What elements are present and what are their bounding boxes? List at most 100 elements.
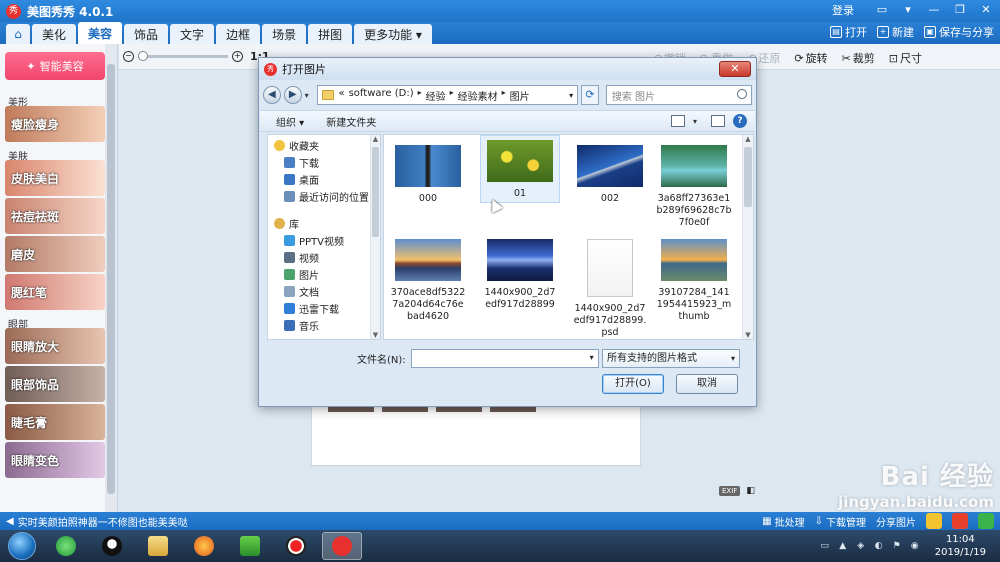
breadcrumb-separator-icon[interactable]: ▸ <box>502 88 506 103</box>
nav-tab[interactable]: 拼图 <box>308 24 353 44</box>
organize-menu[interactable]: 组织 ▾ <box>276 114 304 129</box>
address-dropdown-icon[interactable]: ▾ <box>569 91 573 100</box>
scroll-down-icon[interactable]: ▼ <box>743 331 753 339</box>
history-dropdown-icon[interactable]: ▾ <box>305 91 315 100</box>
taskbar-recorder[interactable] <box>276 532 316 560</box>
nav-tree-item[interactable]: 音乐 <box>284 317 319 333</box>
filename-dropdown-icon[interactable]: ▾ <box>590 353 594 362</box>
nav-tree-item[interactable]: 下载 <box>284 154 319 170</box>
canvas-tool-button[interactable]: ✂ 裁剪 <box>842 50 875 66</box>
sidebar-effect-item[interactable]: 磨皮 <box>5 236 105 272</box>
taskbar-firefox[interactable] <box>184 532 224 560</box>
breadcrumb-item[interactable]: software (D:) <box>349 88 414 103</box>
login-link[interactable]: 登录 <box>832 2 854 18</box>
zoom-in-icon[interactable]: + <box>232 51 243 62</box>
nav-tree-item[interactable]: 库 <box>274 215 299 231</box>
scroll-up-icon[interactable]: ▲ <box>743 135 753 143</box>
refresh-button[interactable]: ⟳ <box>581 85 599 105</box>
share-image-button[interactable]: 分享图片 <box>876 514 916 529</box>
sidebar-effect-item[interactable]: 皮肤美白 <box>5 160 105 196</box>
nav-tree-item[interactable]: 文档 <box>284 283 319 299</box>
exif-button[interactable]: EXIF <box>719 486 741 496</box>
new-folder-button[interactable]: 新建文件夹 <box>326 114 376 129</box>
nav-tab[interactable]: 文字 <box>170 24 215 44</box>
search-input[interactable]: 搜索 图片 <box>605 85 753 105</box>
nav-pane-scrollbar[interactable]: ▲ ▼ <box>370 135 380 339</box>
preview-pane-icon[interactable] <box>711 115 725 127</box>
nav-tree-item[interactable]: 最近访问的位置 <box>284 188 369 204</box>
breadcrumb-overflow[interactable]: « <box>338 88 344 103</box>
file-item[interactable]: 1440x900_2d7edf917d28899.psd <box>570 235 650 339</box>
zoom-slider-knob[interactable] <box>138 51 148 61</box>
status-tip[interactable]: 实时美颜拍照神器一不修图也能美美哒 <box>18 514 188 529</box>
sidebar-effect-item[interactable]: 睫毛膏 <box>5 404 105 440</box>
file-list-scrollbar[interactable]: ▲ ▼ <box>742 135 753 339</box>
nav-tab[interactable]: 饰品 <box>124 24 169 44</box>
filetype-select[interactable]: 所有支持的图片格式 ▾ <box>602 349 740 368</box>
batch-button[interactable]: ▦ 批处理 <box>762 514 804 529</box>
taskbar-360-browser[interactable] <box>46 532 86 560</box>
plus-icon[interactable] <box>978 513 994 529</box>
breadcrumb-item[interactable]: 经验素材 <box>458 88 498 103</box>
breadcrumb-item[interactable]: 图片 <box>510 88 530 103</box>
file-item[interactable]: 01 <box>480 135 560 203</box>
system-clock[interactable]: 11:04 2019/1/19 <box>935 533 986 559</box>
breadcrumb-item[interactable]: 经验 <box>426 88 446 103</box>
show-desktop-icon[interactable]: ▭ <box>819 540 831 552</box>
scroll-down-icon[interactable]: ▼ <box>371 331 380 339</box>
minimize-icon[interactable]: — <box>926 2 942 18</box>
volume-icon[interactable]: ◉ <box>909 540 921 552</box>
nav-tree-item[interactable]: 桌面 <box>284 171 319 187</box>
favorite-star-icon[interactable] <box>926 513 942 529</box>
nav-tab[interactable]: 美容 <box>78 22 123 44</box>
view-dropdown-icon[interactable]: ▾ <box>693 117 703 126</box>
help-icon[interactable]: ? <box>733 114 747 128</box>
network-icon[interactable]: ◈ <box>855 540 867 552</box>
dialog-titlebar[interactable]: 秀 打开图片 ✕ <box>259 58 756 80</box>
nav-tree-item[interactable]: 收藏夹 <box>274 137 319 153</box>
cancel-button[interactable]: 取消 <box>676 374 738 394</box>
compare-icon[interactable]: ◧ <box>746 486 755 496</box>
file-item[interactable]: 3a68ff27363e1b289f69628c7b7f0e0f <box>654 141 734 229</box>
menu-icon[interactable]: ▾ <box>900 2 916 18</box>
sidebar-effect-item[interactable]: 腮红笔 <box>5 274 105 310</box>
sidebar-effect-item[interactable]: 眼睛变色 <box>5 442 105 478</box>
message-icon[interactable]: ▭ <box>874 2 890 18</box>
sidebar-effect-item[interactable]: 瘦脸瘦身 <box>5 106 105 142</box>
action-center-icon[interactable]: ⚑ <box>891 540 903 552</box>
zoom-slider[interactable] <box>138 51 228 61</box>
nav-tab[interactable]: 场景 <box>262 24 307 44</box>
nav-pane-scroll-thumb[interactable] <box>372 147 379 237</box>
taskbar-media-player[interactable] <box>230 532 270 560</box>
sidebar-effect-item[interactable]: 祛痘祛斑 <box>5 198 105 234</box>
sidebar-effect-item[interactable]: 眼睛放大 <box>5 328 105 364</box>
sidebar-scroll-thumb[interactable] <box>107 64 115 494</box>
canvas-tool-button[interactable]: ⊡ 尺寸 <box>889 50 922 66</box>
dialog-close-button[interactable]: ✕ <box>719 61 751 77</box>
nav-tree-item[interactable]: 图片 <box>284 266 319 282</box>
input-method-icon[interactable]: ◐ <box>873 540 885 552</box>
file-item[interactable]: 39107284_1411954415923_mthumb <box>654 235 734 323</box>
home-icon[interactable]: ⌂ <box>6 24 30 44</box>
canvas-tool-button[interactable]: ⟳ 旋转 <box>794 50 827 66</box>
scroll-up-icon[interactable]: ▲ <box>371 135 380 143</box>
file-item[interactable]: 1440x900_2d7edf917d28899 <box>480 235 560 311</box>
weibo-icon[interactable] <box>952 513 968 529</box>
start-button-icon[interactable] <box>8 532 36 560</box>
address-bar[interactable]: « software (D:) ▸ 经验 ▸ 经验素材 ▸ 图片 ▾ <box>317 85 579 105</box>
new-button[interactable]: + 新建 <box>877 24 914 40</box>
save-share-button[interactable]: ▣ 保存与分享 <box>924 24 994 40</box>
nav-tab[interactable]: 边框 <box>216 24 261 44</box>
file-item[interactable]: 370ace8df53227a204d64c76ebad4620 <box>388 235 468 323</box>
open-file-button[interactable]: 打开(O) <box>602 374 664 394</box>
taskbar-meitu[interactable] <box>322 532 362 560</box>
tray-expand-icon[interactable]: ▲ <box>837 540 849 552</box>
close-icon[interactable]: ✕ <box>978 2 994 18</box>
taskbar-qq[interactable] <box>92 532 132 560</box>
filename-input[interactable]: ▾ <box>410 349 599 368</box>
maximize-icon[interactable]: ❐ <box>952 2 968 18</box>
forward-button[interactable]: ▶ <box>283 86 302 104</box>
nav-tab[interactable]: 更多功能 ▾ <box>354 24 432 44</box>
breadcrumb-separator-icon[interactable]: ▸ <box>418 88 422 103</box>
breadcrumb-separator-icon[interactable]: ▸ <box>450 88 454 103</box>
